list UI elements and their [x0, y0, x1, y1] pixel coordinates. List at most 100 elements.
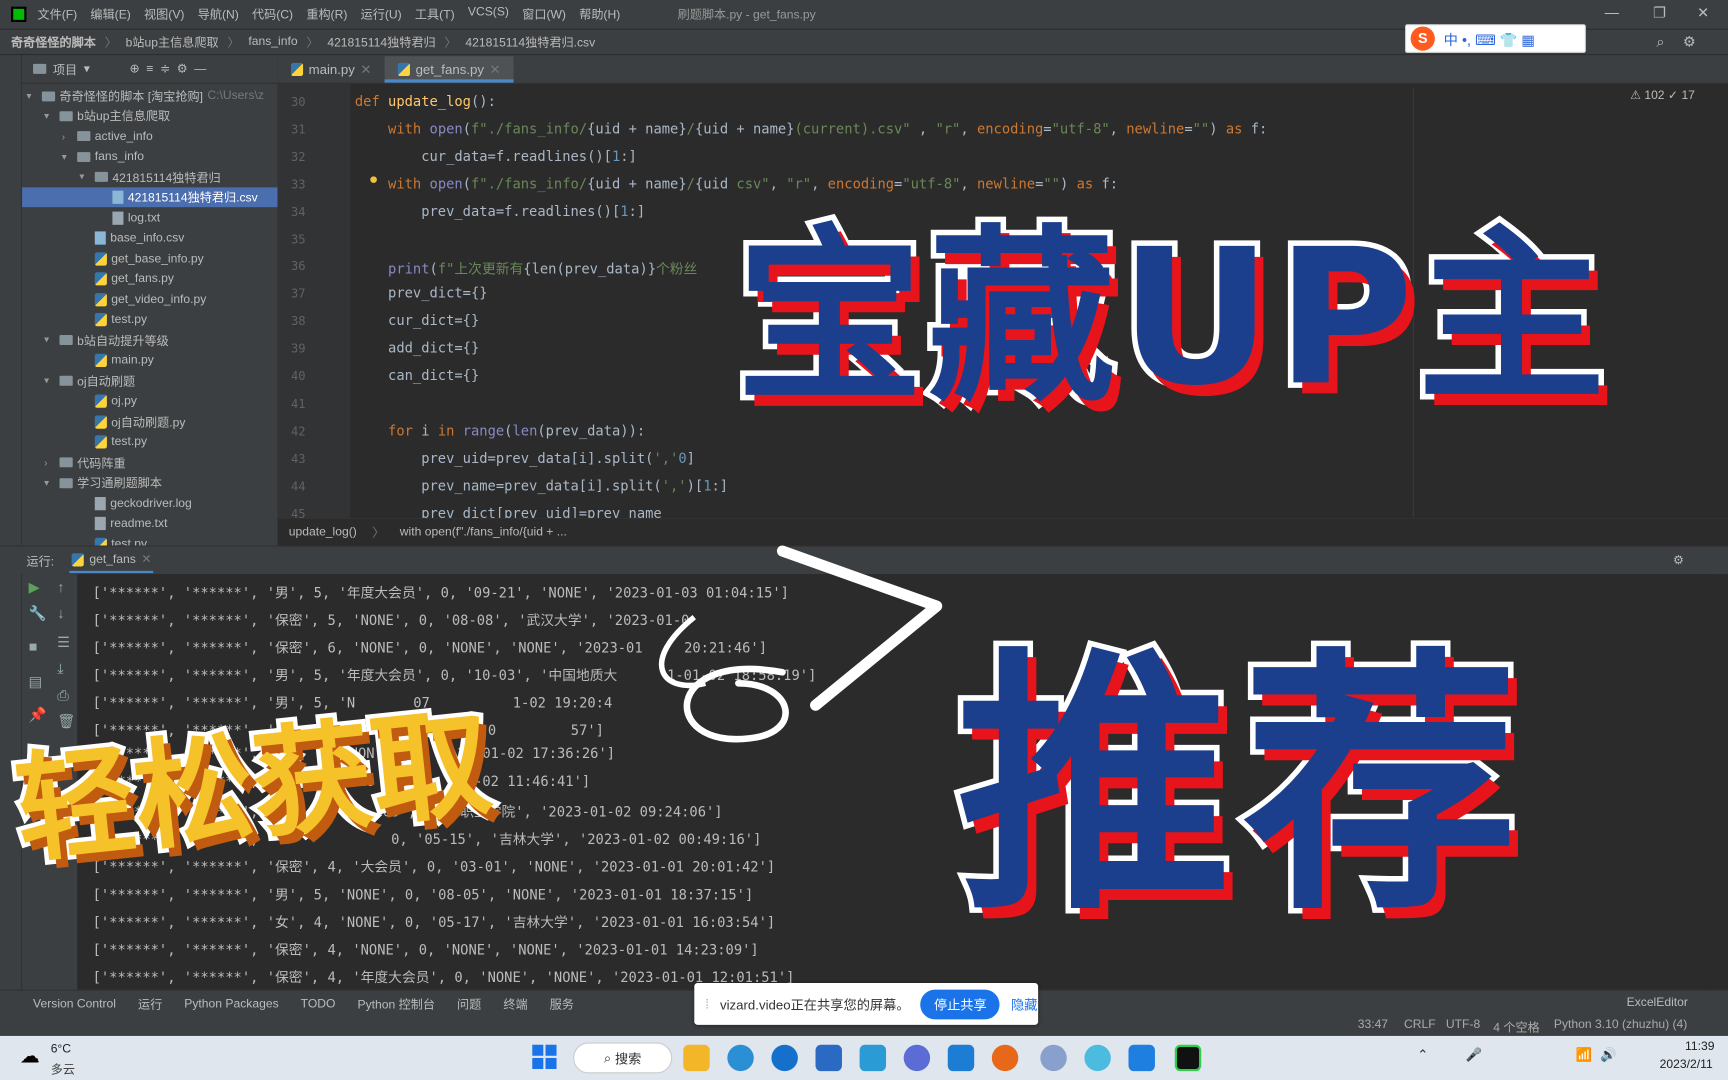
inspection-indicator[interactable]: ⚠ 102 ✓ 17 [1630, 88, 1695, 102]
expand-icon[interactable]: ≑ [160, 62, 170, 76]
menu-item[interactable]: VCS(S) [468, 6, 509, 24]
tree-item[interactable]: base_info.csv [79, 228, 184, 248]
nav-crumb-folder[interactable]: fans_info [248, 35, 297, 48]
menu-item[interactable]: 运行(U) [361, 6, 402, 24]
wrench-icon[interactable]: 🔧 [29, 605, 47, 623]
store-icon[interactable] [815, 1044, 842, 1072]
nav-crumb-folder[interactable]: 421815114独特君归 [327, 33, 435, 51]
tree-item[interactable]: › active_info [62, 126, 153, 146]
soft-wrap-icon[interactable]: ☰ [57, 634, 70, 652]
settings-gear-icon[interactable]: ⚙ [1683, 33, 1696, 51]
tree-item[interactable]: ▾ fans_info [62, 147, 144, 167]
menu-item[interactable]: 窗口(W) [522, 6, 566, 24]
status-caret-position[interactable]: 33:47 [1358, 1018, 1388, 1031]
bottom-tab[interactable]: TODO [301, 997, 336, 1010]
breadcrumb-statement[interactable]: with open(f"./fans_info/{uid + ... [400, 525, 567, 538]
tree-item[interactable]: get_fans.py [79, 269, 174, 289]
minimize-icon[interactable]: — [1605, 4, 1619, 21]
tree-item[interactable]: log.txt [97, 208, 160, 228]
tree-item[interactable]: ▾ 学习通刷题脚本 [44, 473, 162, 493]
menu-item[interactable]: 重构(R) [306, 6, 347, 24]
tree-item[interactable]: test.py [79, 432, 147, 452]
tray-chevron-icon[interactable]: ⌃ [1417, 1047, 1428, 1062]
tree-item[interactable]: main.py [79, 350, 154, 370]
lightbulb-icon[interactable] [370, 176, 377, 183]
file-explorer-icon[interactable] [683, 1044, 710, 1072]
tab-main-py[interactable]: main.py ✕ [278, 56, 385, 82]
rerun-icon[interactable]: ▶ [29, 579, 40, 597]
edge-alt-icon[interactable] [771, 1044, 798, 1072]
clock-date[interactable]: 2023/2/11 [1660, 1058, 1713, 1071]
pycharm-icon[interactable] [1174, 1044, 1202, 1072]
locate-icon[interactable]: ⊕ [130, 62, 140, 76]
tree-item[interactable]: readme.txt [79, 514, 167, 534]
print-icon[interactable]: ⎙ [57, 687, 68, 705]
collapse-icon[interactable]: ≡ [146, 62, 153, 75]
app-icon[interactable] [1128, 1044, 1155, 1072]
bottom-tab[interactable]: 运行 [138, 995, 162, 1013]
tab-get-fans-py[interactable]: get_fans.py ✕ [384, 56, 514, 83]
edge-icon[interactable] [727, 1044, 754, 1072]
search-icon[interactable]: ⌕ [1656, 33, 1664, 51]
tree-item[interactable]: get_base_info.py [79, 249, 204, 269]
tree-root[interactable]: ▾ 奇奇怪怪的脚本 [淘宝抢购] C:\Users\z [26, 86, 264, 106]
tree-item[interactable]: oj.py [79, 391, 137, 411]
hide-button[interactable]: 隐藏 [1011, 995, 1037, 1014]
bottom-tab[interactable]: 服务 [550, 995, 574, 1013]
status-encoding[interactable]: UTF-8 [1446, 1018, 1480, 1031]
ime-toolbar[interactable]: S 中 •, ⌨ 👕 ▦ [1405, 24, 1586, 53]
tree-item[interactable]: oj自动刷题.py [79, 412, 185, 432]
status-line-ending[interactable]: CRLF [1404, 1018, 1436, 1031]
drag-handle-icon[interactable]: ⁞ [705, 996, 709, 1011]
down-arrow-icon[interactable]: ↓ [57, 605, 64, 622]
nav-crumb-file[interactable]: 421815114独特君归.csv [465, 33, 595, 51]
tree-item[interactable]: ▾ b站up主信息爬取 [44, 106, 170, 126]
volume-icon[interactable]: 🔊 [1600, 1047, 1616, 1062]
menu-item[interactable]: 文件(F) [37, 6, 77, 24]
weather-temp[interactable]: 6°C [51, 1043, 71, 1056]
maximize-icon[interactable]: ❐ [1653, 4, 1666, 22]
app-icon[interactable] [1084, 1044, 1111, 1072]
menu-item[interactable]: 代码(C) [252, 6, 293, 24]
app-icon[interactable] [859, 1044, 887, 1072]
bottom-tab[interactable]: Version Control [33, 997, 116, 1010]
bottom-tab[interactable]: 问题 [457, 995, 481, 1013]
app-icon[interactable] [1040, 1044, 1067, 1072]
tree-item[interactable]: ▾ oj自动刷题 [44, 371, 135, 391]
bottom-tab[interactable]: 终端 [503, 995, 527, 1013]
app-icon[interactable] [903, 1044, 931, 1072]
clock-time[interactable]: 11:39 [1685, 1040, 1714, 1053]
nav-crumb-project[interactable]: 奇奇怪怪的脚本 [11, 33, 96, 51]
tree-item[interactable]: test.py [79, 310, 147, 330]
tree-item[interactable]: 421815114独特君归.csv [22, 187, 278, 208]
hide-icon[interactable]: — [194, 62, 206, 75]
firefox-icon[interactable] [991, 1044, 1019, 1072]
breadcrumb-function[interactable]: update_log() [289, 525, 357, 538]
layout-icon[interactable]: ▤ [29, 673, 43, 691]
gear-icon[interactable]: ⚙ [1673, 553, 1684, 567]
bottom-tab[interactable]: Python 控制台 [358, 995, 435, 1013]
mic-icon[interactable]: 🎤 [1466, 1047, 1482, 1062]
windows-start-icon[interactable] [532, 1044, 557, 1069]
menu-item[interactable]: 视图(V) [144, 6, 184, 24]
taskbar-search[interactable]: ⌕ 搜索 [573, 1042, 673, 1074]
scroll-end-icon[interactable]: ⤓ [57, 660, 63, 678]
tree-item[interactable]: geckodriver.log [79, 493, 192, 513]
status-interpreter[interactable]: Python 3.10 (zhuzhu) (4) [1554, 1018, 1687, 1031]
stop-sharing-button[interactable]: 停止共享 [920, 989, 1000, 1019]
run-tab[interactable]: get_fans ✕ [69, 548, 154, 574]
status-indent[interactable]: 4 个空格 [1493, 1018, 1539, 1036]
weather-desc[interactable]: 多云 [51, 1060, 75, 1078]
vscode-icon[interactable] [947, 1044, 975, 1072]
chevron-down-icon[interactable]: ▾ [84, 62, 90, 76]
up-arrow-icon[interactable]: ↑ [57, 579, 64, 596]
project-panel-title[interactable]: 项目 [53, 60, 77, 78]
tree-item[interactable]: › 代码阵重 [44, 452, 126, 472]
tree-item[interactable]: ▾ b站自动提升等级 [44, 330, 169, 350]
menu-item[interactable]: 导航(N) [198, 6, 239, 24]
nav-crumb-folder[interactable]: b站up主信息爬取 [126, 33, 219, 51]
menu-item[interactable]: 工具(T) [415, 6, 455, 24]
tree-item[interactable]: get_video_info.py [79, 289, 206, 309]
excel-editor-label[interactable]: ExcelEditor [1627, 996, 1688, 1009]
tree-item[interactable]: ▾ 421815114独特君归 [79, 167, 220, 187]
